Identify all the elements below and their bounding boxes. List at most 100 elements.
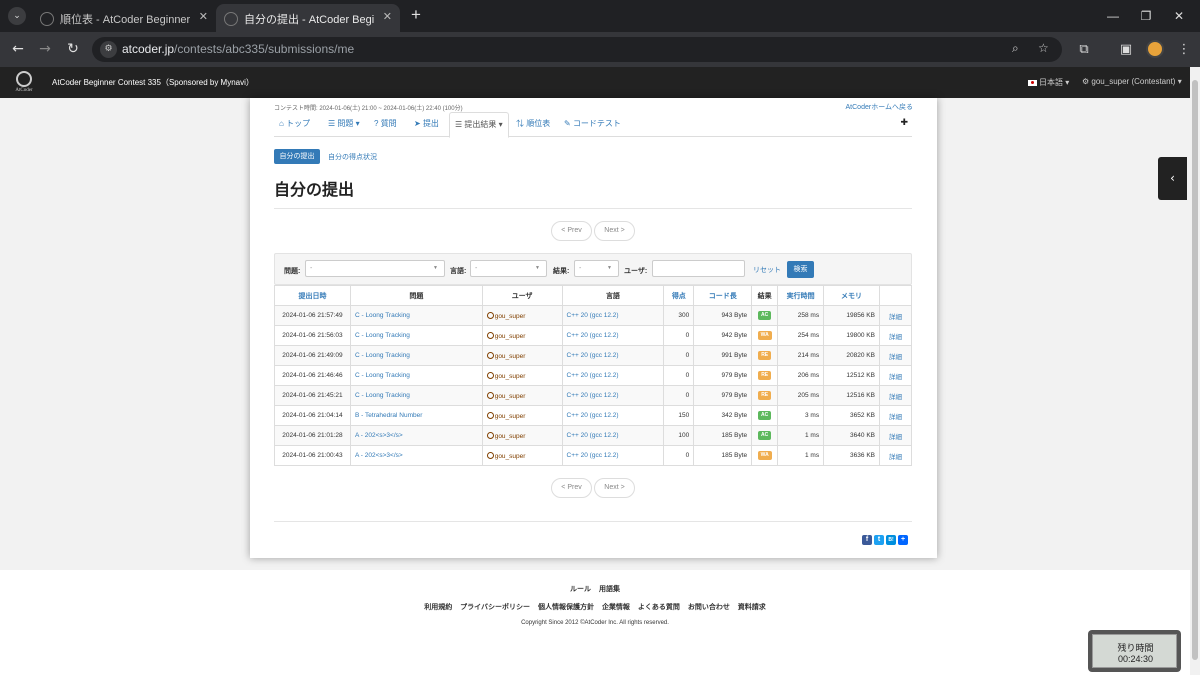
forward-arrow-icon[interactable]: →	[35, 39, 55, 59]
task-link[interactable]: C - Loong Tracking	[355, 372, 410, 379]
search-button[interactable]: 検索	[787, 261, 814, 278]
task-link[interactable]: C - Loong Tracking	[355, 352, 410, 359]
address-bar[interactable]: ⚙ atcoder.jp/contests/abc335/submissions…	[92, 37, 1062, 62]
user-link[interactable]: gou_super	[495, 353, 526, 360]
footer-link-glossary[interactable]: 用語集	[599, 586, 620, 593]
tab-submit[interactable]: ➤ 提出	[414, 112, 439, 137]
col-exec-time[interactable]: 実行時間	[777, 285, 825, 306]
language-link[interactable]: C++ 20 (gcc 12.2)	[567, 432, 619, 439]
detail-link[interactable]: 詳細	[889, 334, 902, 341]
reload-icon[interactable]: ↻	[63, 39, 83, 59]
close-tab-icon[interactable]: ✕	[199, 10, 208, 23]
close-tab-icon[interactable]: ✕	[383, 10, 392, 23]
atcoder-logo[interactable]: AtCoder	[8, 69, 40, 96]
language-link[interactable]: C++ 20 (gcc 12.2)	[567, 352, 619, 359]
user-link[interactable]: gou_super	[495, 413, 526, 420]
facebook-share-icon[interactable]: f	[862, 535, 872, 545]
task-link[interactable]: C - Loong Tracking	[355, 312, 410, 319]
profile-avatar[interactable]	[1146, 40, 1164, 58]
task-link[interactable]: A - 202<s>3</s>	[355, 432, 403, 439]
url-text[interactable]: atcoder.jp/contests/abc335/submissions/m…	[122, 42, 354, 56]
twitter-share-icon[interactable]: t	[874, 535, 884, 545]
atcoder-home-link[interactable]: AtCoderホームへ戻る	[846, 102, 913, 112]
tab-standings[interactable]: ⇅ 順位表	[516, 112, 550, 137]
tab-top[interactable]: ⌂ トップ	[279, 112, 310, 137]
task-link[interactable]: C - Loong Tracking	[355, 332, 410, 339]
tab-results[interactable]: ☰ 提出結果 ▾	[449, 112, 509, 138]
prev-button[interactable]: < Prev	[551, 478, 592, 498]
status-filter-select[interactable]: - ▼	[574, 260, 619, 277]
maximize-button[interactable]: ❐	[1135, 6, 1157, 26]
browser-tab-standings[interactable]: 順位表 - AtCoder Beginner Contest 335 ✕	[32, 4, 216, 32]
pin-icon[interactable]: ✚	[900, 118, 908, 128]
extensions-icon[interactable]: ⧉	[1074, 40, 1094, 60]
side-panel-icon[interactable]: ▣	[1116, 40, 1136, 60]
reset-link[interactable]: リセット	[753, 265, 781, 275]
task-link[interactable]: A - 202<s>3</s>	[355, 452, 403, 459]
bookmark-star-icon[interactable]: ☆	[1038, 41, 1049, 55]
user-link[interactable]: gou_super	[495, 433, 526, 440]
footer-link-contact[interactable]: お問い合わせ	[688, 604, 730, 611]
col-memory[interactable]: メモリ	[823, 285, 880, 306]
footer-link-privacy[interactable]: プライバシーポリシー	[460, 604, 530, 611]
task-link[interactable]: B - Tetrahedral Number	[355, 412, 422, 419]
next-button[interactable]: Next >	[594, 478, 635, 498]
sidebar-toggle-button[interactable]: ‹	[1158, 157, 1187, 200]
user-filter-input[interactable]	[652, 260, 745, 277]
contest-name[interactable]: AtCoder Beginner Contest 335（Sponsored b…	[52, 77, 254, 88]
footer-link-faq[interactable]: よくある質問	[638, 604, 680, 611]
tab-search-icon[interactable]: ⌄	[8, 7, 26, 25]
col-submit-time[interactable]: 提出日時	[274, 285, 351, 306]
zoom-icon[interactable]: ⌕	[1012, 41, 1019, 56]
detail-link[interactable]: 詳細	[889, 454, 902, 461]
user-link[interactable]: gou_super	[495, 333, 526, 340]
add-share-icon[interactable]: +	[898, 535, 908, 545]
new-tab-button[interactable]: +	[406, 5, 426, 25]
language-selector[interactable]: 日本語 ▾	[1028, 77, 1069, 88]
detail-link[interactable]: 詳細	[889, 414, 902, 421]
tab-custom-test[interactable]: ✎ コードテスト	[564, 112, 621, 137]
language-link[interactable]: C++ 20 (gcc 12.2)	[567, 412, 619, 419]
user-link[interactable]: gou_super	[495, 313, 526, 320]
close-window-button[interactable]: ✕	[1168, 6, 1190, 26]
language-link[interactable]: C++ 20 (gcc 12.2)	[567, 312, 619, 319]
caret-down-icon: ▼	[535, 265, 540, 271]
language-link[interactable]: C++ 20 (gcc 12.2)	[567, 332, 619, 339]
detail-link[interactable]: 詳細	[889, 374, 902, 381]
my-submissions-pill[interactable]: 自分の提出	[274, 149, 320, 164]
next-button[interactable]: Next >	[594, 221, 635, 241]
status-badge: AC	[758, 411, 772, 420]
footer-link-personal-info[interactable]: 個人情報保護方針	[538, 604, 594, 611]
prev-button[interactable]: < Prev	[551, 221, 592, 241]
language-link[interactable]: C++ 20 (gcc 12.2)	[567, 372, 619, 379]
my-score-link[interactable]: 自分の得点状況	[328, 152, 377, 162]
scrollbar-thumb[interactable]	[1192, 80, 1198, 660]
col-score[interactable]: 得点	[663, 285, 695, 306]
back-arrow-icon[interactable]: ←	[8, 39, 28, 59]
hatena-share-icon[interactable]: B!	[886, 535, 896, 545]
user-link[interactable]: gou_super	[495, 373, 526, 380]
browser-tab-submissions[interactable]: 自分の提出 - AtCoder Beginner Contest 335 ✕	[216, 4, 400, 32]
language-link[interactable]: C++ 20 (gcc 12.2)	[567, 452, 619, 459]
language-link[interactable]: C++ 20 (gcc 12.2)	[567, 392, 619, 399]
footer-link-rules[interactable]: ルール	[570, 586, 591, 593]
user-menu[interactable]: ⚙ gou_super (Contestant) ▾	[1082, 77, 1182, 86]
detail-link[interactable]: 詳細	[889, 354, 902, 361]
task-link[interactable]: C - Loong Tracking	[355, 392, 410, 399]
footer-link-company[interactable]: 企業情報	[602, 604, 630, 611]
minimize-button[interactable]: —	[1102, 6, 1124, 26]
menu-kebab-icon[interactable]: ⋮	[1174, 40, 1194, 60]
col-code-length[interactable]: コード長	[693, 285, 753, 306]
user-link[interactable]: gou_super	[495, 453, 526, 460]
footer-link-documents[interactable]: 資料請求	[738, 604, 766, 611]
site-info-icon[interactable]: ⚙	[100, 41, 117, 58]
user-link[interactable]: gou_super	[495, 393, 526, 400]
footer-link-terms[interactable]: 利用規約	[424, 604, 452, 611]
detail-link[interactable]: 詳細	[889, 434, 902, 441]
tab-tasks[interactable]: ☰ 問題 ▾	[328, 112, 360, 137]
task-filter-select[interactable]: - ▼	[305, 260, 445, 277]
lang-filter-select[interactable]: - ▼	[470, 260, 547, 277]
detail-link[interactable]: 詳細	[889, 314, 902, 321]
tab-clarifications[interactable]: ? 質問	[374, 112, 397, 137]
detail-link[interactable]: 詳細	[889, 394, 902, 401]
